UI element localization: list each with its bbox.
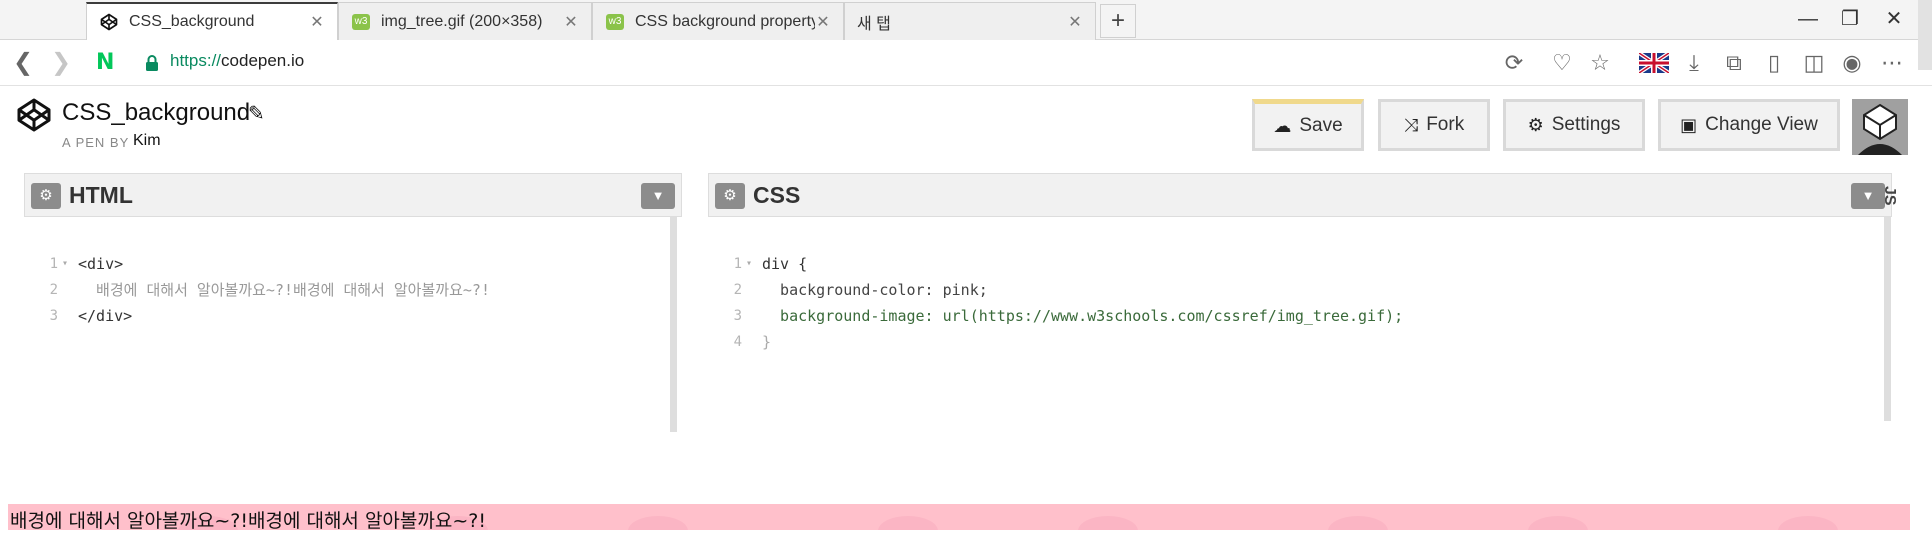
- css-code-area[interactable]: 1 ▾ div { 2 background-color: pink; 3 back…: [708, 225, 1878, 351]
- fork-icon: ⤨: [1403, 114, 1419, 135]
- change-view-button[interactable]: ▣ Change View: [1658, 99, 1840, 151]
- close-tab-icon[interactable]: ✕: [309, 12, 325, 32]
- uk-flag-icon[interactable]: [1637, 49, 1671, 77]
- browser-tab-strip: CSS_background ✕ w3 img_tree.gif (200×35…: [0, 0, 1932, 40]
- reader-icon[interactable]: ▯: [1760, 49, 1788, 77]
- tree-background-image: [628, 516, 688, 530]
- html-collapse-chevron-icon[interactable]: ▼: [641, 183, 675, 209]
- sidebar-icon[interactable]: ◫: [1800, 49, 1828, 77]
- address-bar: ❮ ❯ N https://codepen.io ⟳ ♡ ☆ ⤓ ⧉ ▯ ◫ ◉…: [0, 40, 1932, 86]
- pen-author-link[interactable]: Kim: [133, 132, 161, 150]
- download-icon[interactable]: ⤓: [1680, 49, 1708, 77]
- tab-label: 새 탭: [857, 15, 891, 33]
- tab-label: CSS_background: [129, 13, 255, 30]
- screenshot-icon[interactable]: ⧉: [1720, 49, 1748, 77]
- view-icon: ▣: [1680, 114, 1698, 135]
- save-button-label: Save: [1299, 115, 1343, 136]
- url-field[interactable]: https://codepen.io: [170, 51, 304, 71]
- code-line: 1 ▾ <div>: [24, 225, 664, 273]
- close-window-icon[interactable]: ✕: [1872, 4, 1916, 34]
- refresh-icon[interactable]: ⟳: [1500, 49, 1528, 77]
- css-settings-gear-icon[interactable]: ⚙: [715, 183, 745, 209]
- tab-label: img_tree.gif (200×358): [381, 12, 543, 30]
- code-line: 2 background-color: pink;: [733, 281, 988, 299]
- html-editor-panel: ⚙ HTML ▼ 1 ▾ <div> 2 배경에 대해서 알아볼까요~?!배경에 대…: [24, 173, 682, 435]
- html-code-area[interactable]: 1 ▾ <div> 2 배경에 대해서 알아볼까요~?!배경에 대해서 알아볼까요~…: [24, 225, 664, 325]
- naver-icon[interactable]: N: [96, 52, 118, 74]
- code-line: 4}: [733, 333, 772, 351]
- avatar[interactable]: [1852, 99, 1908, 155]
- html-editor-title: HTML: [69, 182, 133, 208]
- more-menu-icon[interactable]: ⋯: [1878, 49, 1906, 77]
- settings-button[interactable]: ⚙ Settings: [1503, 99, 1645, 151]
- preview-text: 배경에 대해서 알아볼까요~?!배경에 대해서 알아볼까요~?!: [10, 510, 486, 530]
- save-button[interactable]: ☁ Save: [1252, 99, 1364, 151]
- code-line: 3 background-image: url(https://www.w3sc…: [733, 307, 1404, 325]
- result-preview: 배경에 대해서 알아볼까요~?!배경에 대해서 알아볼까요~?!: [0, 432, 1932, 546]
- code-line: 1 ▾ div {: [708, 225, 1878, 273]
- tab-label: CSS background property: [635, 12, 815, 30]
- tab-css-background[interactable]: CSS_background ✕: [86, 2, 338, 40]
- codepen-icon: [99, 12, 119, 32]
- tab-img-tree[interactable]: w3 img_tree.gif (200×358) ✕: [338, 2, 592, 40]
- back-icon[interactable]: ❮: [8, 48, 38, 78]
- tree-background-image: [1078, 516, 1138, 530]
- close-tab-icon[interactable]: ✕: [563, 12, 579, 32]
- tree-background-image: [878, 516, 938, 530]
- tree-background-image: [1328, 516, 1388, 530]
- cloud-icon: ☁: [1273, 115, 1292, 136]
- code-line: 3 </div>: [49, 307, 133, 325]
- lock-icon: [146, 55, 158, 71]
- preview-pink-div: 배경에 대해서 알아볼까요~?!배경에 대해서 알아볼까요~?!: [8, 504, 1910, 530]
- bookmark-star-icon[interactable]: ☆: [1586, 49, 1614, 77]
- pen-title[interactable]: CSS_background: [62, 99, 250, 127]
- edit-pencil-icon[interactable]: ✎: [248, 101, 265, 126]
- html-settings-gear-icon[interactable]: ⚙: [31, 183, 61, 209]
- html-editor-header: ⚙ HTML ▼: [24, 173, 682, 217]
- settings-button-label: Settings: [1551, 114, 1621, 135]
- fork-button-label: Fork: [1426, 114, 1465, 135]
- css-editor-scrollbar[interactable]: [1884, 217, 1891, 421]
- codepen-logo-icon[interactable]: [16, 97, 52, 133]
- w3schools-icon: w3: [605, 12, 625, 32]
- pocket-icon[interactable]: ♡: [1548, 49, 1576, 77]
- codepen-header: CSS_background ✎ A PEN BY Kim ☁ Save ⤨ F…: [0, 87, 1932, 167]
- restore-icon[interactable]: ❐: [1828, 4, 1872, 34]
- tree-background-image: [1778, 516, 1838, 530]
- change-view-button-label: Change View: [1705, 114, 1818, 135]
- tree-background-image: [1528, 516, 1588, 530]
- window-edge: [1918, 0, 1932, 70]
- fork-button[interactable]: ⤨ Fork: [1378, 99, 1490, 151]
- new-tab-button[interactable]: +: [1100, 4, 1136, 38]
- html-editor-scrollbar[interactable]: [670, 217, 677, 435]
- css-editor-panel: ⚙ CSS ▼ 1 ▾ div { 2 background-color: pink…: [708, 173, 1892, 421]
- w3schools-icon: w3: [351, 12, 371, 32]
- close-tab-icon[interactable]: ✕: [815, 12, 831, 32]
- close-tab-icon[interactable]: ✕: [1067, 12, 1083, 32]
- pen-by-label: A PEN BY: [62, 135, 130, 150]
- minimize-icon[interactable]: —: [1786, 4, 1830, 34]
- tab-strip-drag-area[interactable]: [0, 0, 86, 40]
- css-editor-header: ⚙ CSS ▼: [708, 173, 1892, 217]
- tab-new-tab[interactable]: 새 탭 ✕: [844, 2, 1096, 40]
- account-icon[interactable]: ◉: [1838, 49, 1866, 77]
- code-line: 2 배경에 대해서 알아볼까요~?!배경에 대해서 알아볼까요~?!: [49, 281, 490, 299]
- gear-icon: ⚙: [1527, 114, 1544, 135]
- css-editor-title: CSS: [753, 182, 801, 208]
- tab-css-background-property[interactable]: w3 CSS background property ✕: [592, 2, 844, 40]
- forward-icon[interactable]: ❯: [46, 48, 76, 78]
- js-editor-tab[interactable]: JS: [1880, 186, 1898, 206]
